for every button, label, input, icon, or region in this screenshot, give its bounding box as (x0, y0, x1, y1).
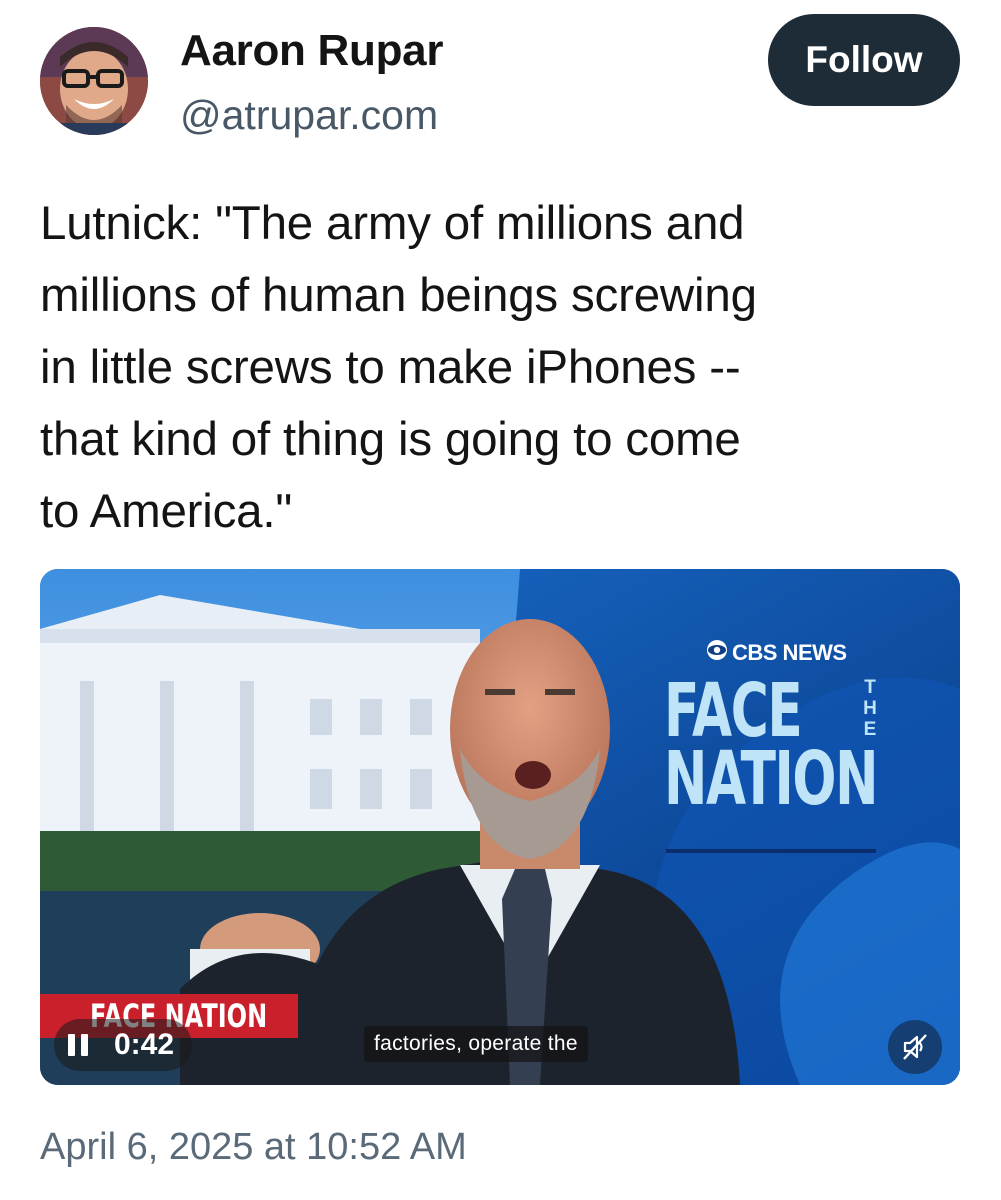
post-card: Aaron Rupar @atrupar.com Follow Lutnick:… (0, 0, 1001, 1200)
network-logo: CBS NEWS (706, 639, 847, 667)
playback-control[interactable]: 0:42 (54, 1019, 193, 1071)
cbs-eye-icon (706, 639, 728, 667)
avatar-image (40, 27, 148, 135)
closed-caption: factories, operate the (364, 1026, 588, 1062)
follow-button[interactable]: Follow (768, 14, 960, 106)
post-timestamp[interactable]: April 6, 2025 at 10:52 AM (40, 1126, 467, 1169)
show-title: FACE NATION (664, 668, 878, 822)
network-label: CBS NEWS (732, 640, 847, 665)
video-player[interactable]: CBS NEWS FACE NATION THE FACE NATION 0:4… (40, 569, 960, 1085)
mute-button[interactable] (888, 1020, 942, 1074)
speaker-muted-icon (903, 1034, 927, 1060)
elapsed-time: 0:42 (114, 1028, 175, 1061)
author-handle[interactable]: @atrupar.com (180, 92, 438, 139)
avatar[interactable] (40, 27, 148, 135)
post-text: Lutnick: "The army of millions and milli… (40, 197, 757, 538)
show-title-the: THE (863, 677, 877, 740)
pause-icon[interactable] (68, 1034, 88, 1056)
author-name[interactable]: Aaron Rupar (180, 26, 443, 76)
